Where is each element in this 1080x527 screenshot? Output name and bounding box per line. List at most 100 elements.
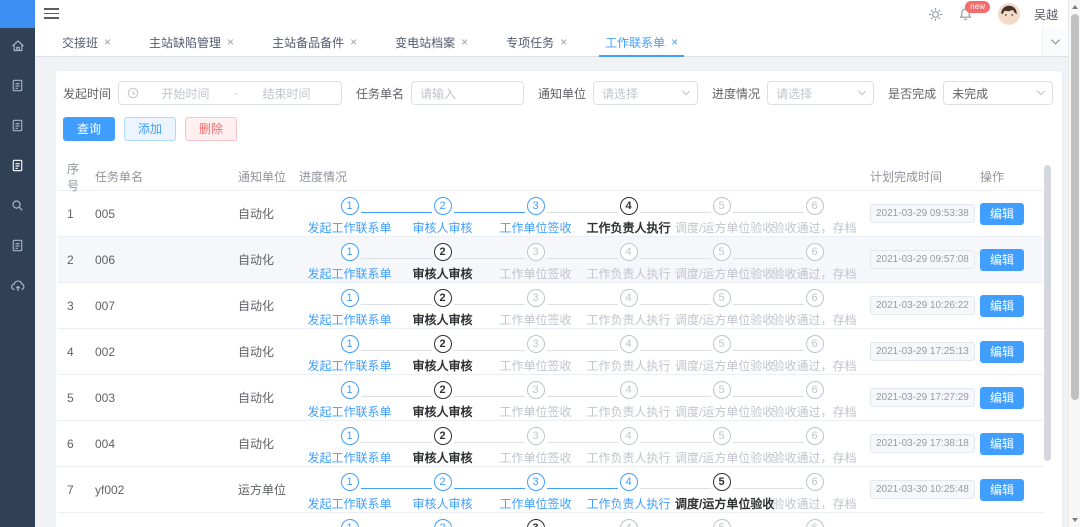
step-label: 发起工作联系单 [303,403,396,420]
sidebar-item-document[interactable] [0,228,35,268]
filter-label-start-time: 发起时间 [63,85,111,102]
planned-time-box: 2021-03-29 09:53:38 [870,204,975,223]
home-icon [10,38,26,59]
step-3: 3工作单位签收 [489,335,582,374]
step-2: 2审核人审核 [396,381,489,420]
step-label: 工作单位签收 [489,495,582,512]
step-label: 发起工作联系单 [303,219,396,236]
scrollbar-down-arrow[interactable] [1072,518,1078,522]
sidebar [0,28,35,527]
hamburger-menu-icon[interactable] [44,8,59,20]
step-label: 工作单位签收 [489,265,582,282]
document-icon [10,158,25,178]
planned-time-box: 2021-03-29 10:26:22 [870,296,975,315]
step-circle: 1 [341,473,359,491]
table-body: 1005自动化1发起工作联系单2审核人审核3工作单位签收4工作负责人执行5调度/… [58,191,1043,527]
date-range-input[interactable]: 开始时间 - 结束时间 [118,81,342,105]
step-circle: 1 [341,243,359,261]
step-6: 6验收通过，存档 [768,289,861,328]
tab-item[interactable]: 工作联系单× [599,28,684,56]
step-label: 审核人审核 [396,219,489,236]
step-label: 验收通过，存档 [768,495,861,512]
table-scrollbar-thumb[interactable] [1044,165,1051,461]
progress-steps: 1发起工作联系单2审核人审核3工作单位签收4工作负责人执行5调度/运方单位验收6… [299,513,865,527]
step-3: 3工作单位签收 [489,197,582,236]
search-button[interactable]: 查询 [63,117,115,141]
completed-select[interactable]: 未完成 [943,81,1053,105]
sidebar-item-document[interactable] [0,148,35,188]
tab-item[interactable]: 交接班× [56,28,117,56]
column-header: 任务单名 [90,168,233,185]
step-circle: 4 [620,289,638,307]
scrollbar-up-arrow[interactable] [1072,5,1078,9]
filter-label-completed: 是否完成 [888,85,936,102]
cell-actions: 编辑 [975,237,1043,282]
column-header: 进度情况 [299,168,865,185]
tab-close-icon[interactable]: × [671,35,678,49]
step-6: 6验收通过，存档 [768,427,861,466]
edit-button[interactable]: 编辑 [980,341,1024,363]
sidebar-item-document[interactable] [0,68,35,108]
sidebar-item-document[interactable] [0,108,35,148]
step-label: 工作单位签收 [489,357,582,374]
tab-item[interactable]: 变电站档案× [389,28,474,56]
step-circle: 6 [806,427,824,445]
step-4: 4工作负责人执行 [582,289,675,328]
step-label: 调度/运方单位验收 [675,403,768,420]
table-header: 序号任务单名通知单位进度情况计划完成时间操作 [58,163,1043,191]
table-row: 5003自动化1发起工作联系单2审核人审核3工作单位签收4工作负责人执行5调度/… [58,375,1043,421]
step-circle: 2 [434,381,452,399]
add-button[interactable]: 添加 [124,117,176,141]
progress-select[interactable]: 请选择 [767,81,874,105]
cell-planned-time [865,513,975,527]
chevron-down-icon [681,89,691,97]
task-table: 序号任务单名通知单位进度情况计划完成时间操作 1005自动化1发起工作联系单2审… [58,163,1043,527]
edit-button[interactable]: 编辑 [980,249,1024,271]
settings-gear-icon[interactable] [928,6,944,22]
sidebar-item-search[interactable] [0,188,35,228]
planned-time-box: 2021-03-29 09:57:08 [870,250,975,269]
notify-unit-select[interactable]: 请选择 [593,81,698,105]
cell-notify-unit: 运方单位 [233,467,299,512]
step-circle: 6 [806,381,824,399]
edit-button[interactable]: 编辑 [980,295,1024,317]
tab-close-icon[interactable]: × [461,35,468,49]
step-5: 5调度/运方单位验收 [675,473,768,512]
tab-close-icon[interactable]: × [350,35,357,49]
cell-task-name: 007 [90,283,233,328]
step-3: 3工作单位签收 [489,381,582,420]
avatar[interactable] [998,3,1020,25]
chevron-down-icon [1036,89,1046,97]
tab-item[interactable]: 主站备品备件 × [266,28,363,56]
logo-square [0,0,35,28]
delete-button[interactable]: 删除 [185,117,237,141]
step-circle: 6 [806,473,824,491]
tab-label: 专项任务 [506,34,554,51]
edit-button[interactable]: 编辑 [980,387,1024,409]
edit-button[interactable]: 编辑 [980,479,1024,501]
step-2: 2审核人审核 [396,473,489,512]
edit-button[interactable]: 编辑 [980,203,1024,225]
tab-close-icon[interactable]: × [227,35,234,49]
cell-index: 1 [58,191,90,236]
step-circle: 4 [620,427,638,445]
tab-item[interactable]: 主站缺陷管理× [143,28,240,56]
username[interactable]: 吴越 [1034,6,1058,23]
cell-progress: 1发起工作联系单2审核人审核3工作单位签收4工作负责人执行5调度/运方单位验收6… [299,191,865,236]
document-icon [10,238,25,258]
task-name-input[interactable]: 请输入 [411,81,524,105]
page-scrollbar[interactable] [1068,0,1080,527]
step-circle: 3 [527,289,545,307]
tab-close-icon[interactable]: × [560,35,567,49]
notification-bell-icon[interactable]: new [958,6,974,22]
step-label: 调度/运方单位验收 [675,449,768,466]
tab-item[interactable]: 专项任务 × [500,28,573,56]
sidebar-item-cloud-upload[interactable] [0,268,35,308]
tab-label: 主站备品备件 [272,34,344,51]
sidebar-item-home[interactable] [0,28,35,68]
tab-close-icon[interactable]: × [104,35,111,49]
cell-task-name: 003 [90,375,233,420]
edit-button[interactable]: 编辑 [980,433,1024,455]
scrollbar-thumb[interactable] [1071,14,1079,400]
tab-overflow-chevron-icon[interactable] [1042,28,1068,56]
